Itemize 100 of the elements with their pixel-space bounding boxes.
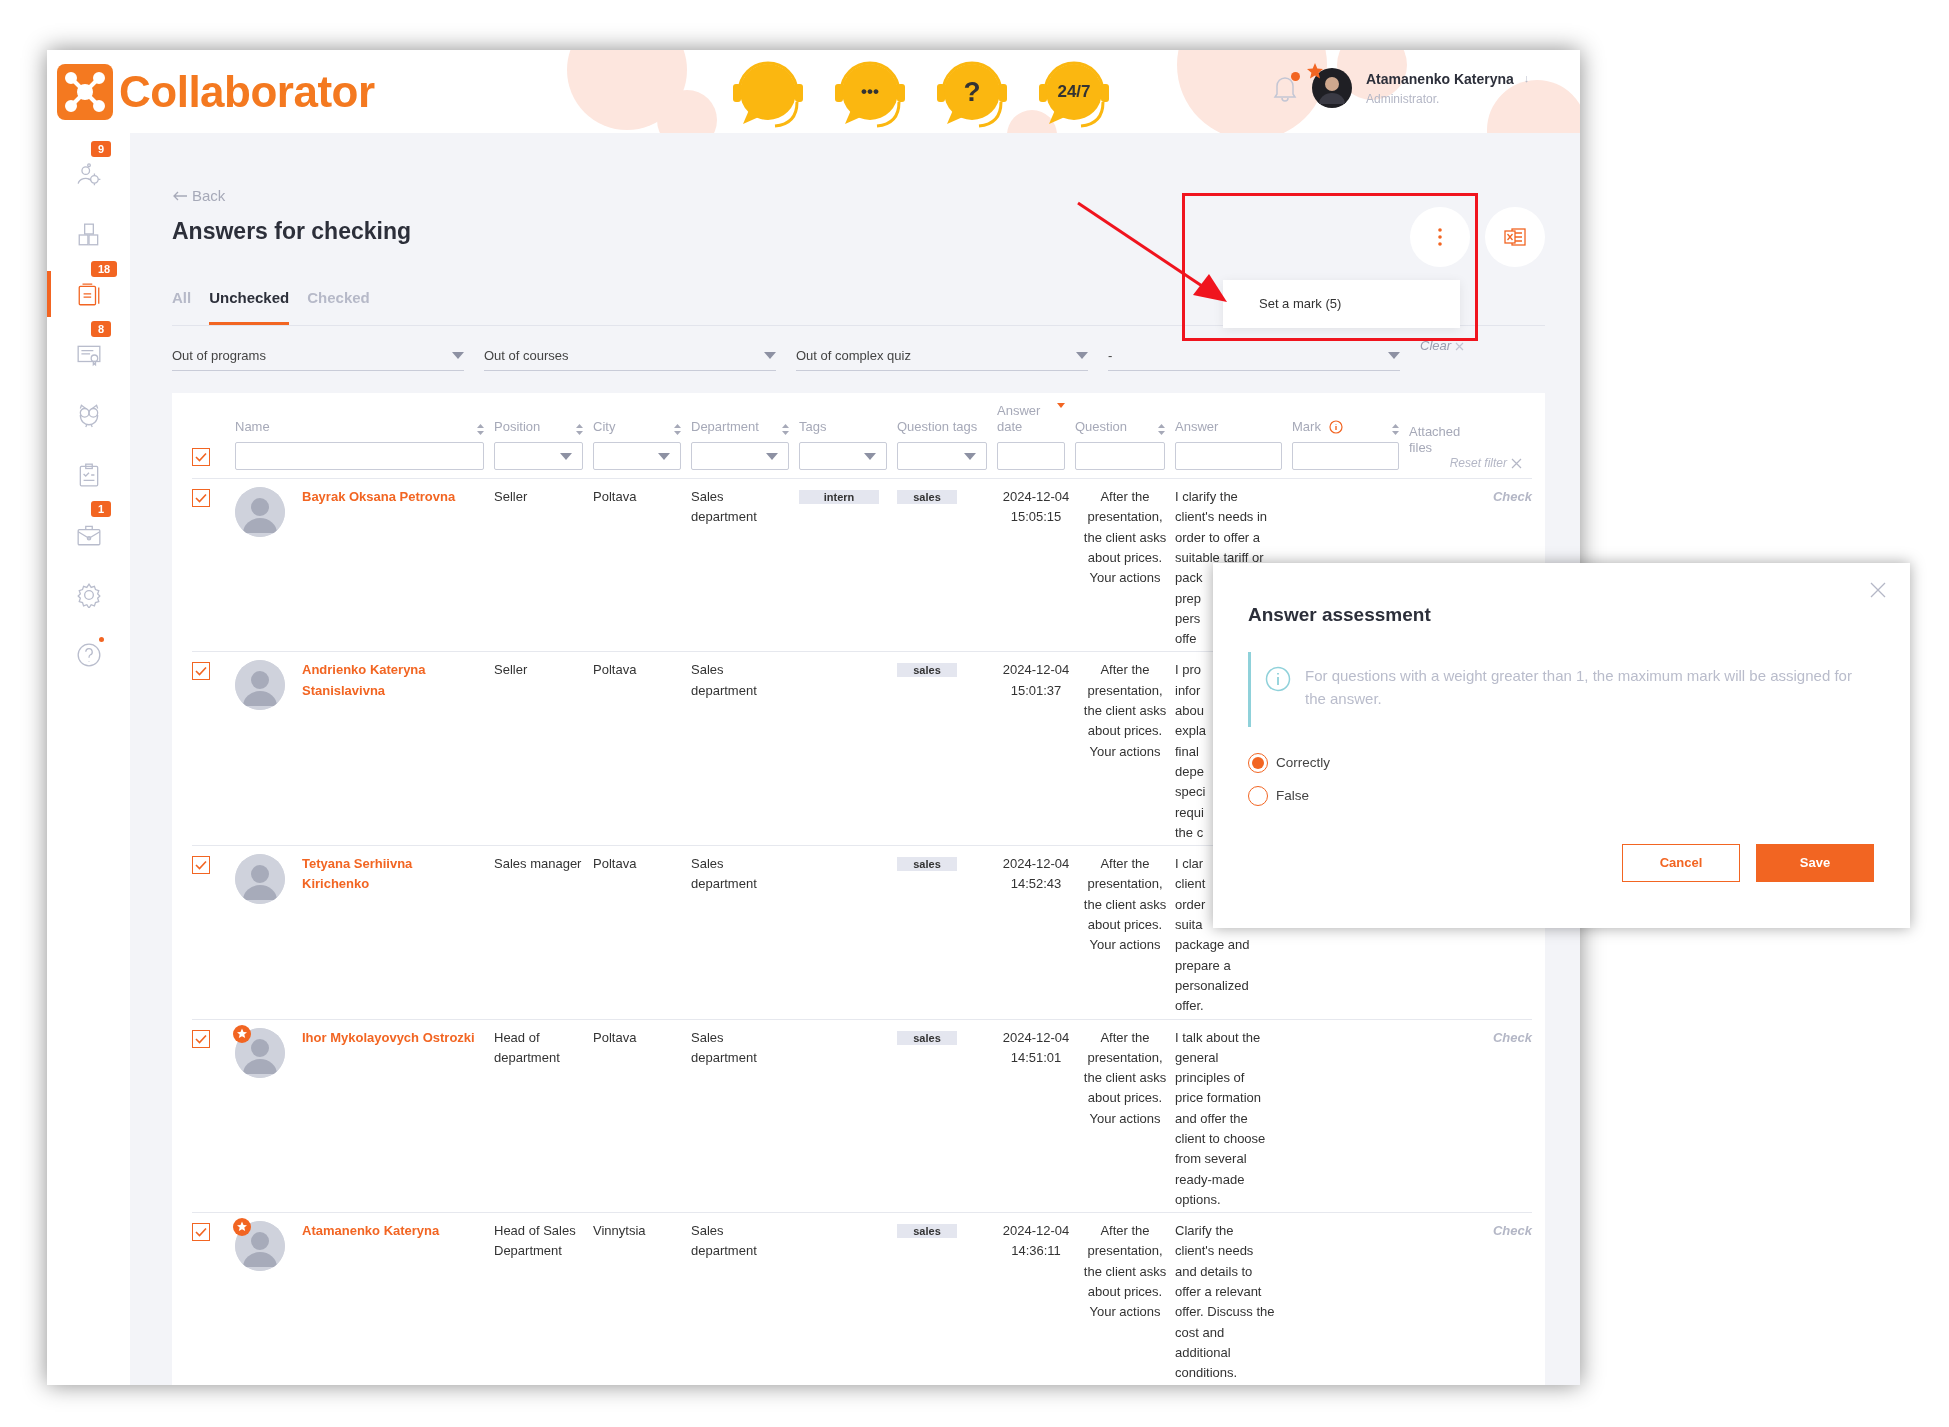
- sort-icon[interactable]: [782, 424, 789, 436]
- column-header[interactable]: Question: [1075, 419, 1165, 436]
- checkbox[interactable]: [192, 489, 210, 508]
- filter-select[interactable]: [494, 442, 583, 471]
- support-chat-button[interactable]: •••: [827, 52, 913, 132]
- back-link[interactable]: Back: [172, 185, 226, 208]
- column-header[interactable]: Mark: [1292, 419, 1399, 436]
- filter-input[interactable]: [1175, 442, 1282, 471]
- person-name[interactable]: Andrienko Kateryna Stanislavivna: [302, 660, 494, 844]
- table-cell-text: Poltava: [593, 661, 638, 680]
- answer-line: and details to: [1175, 1262, 1253, 1281]
- sort-icon[interactable]: [1392, 424, 1399, 436]
- filter-input[interactable]: [997, 442, 1065, 471]
- dialog-title: Answer assessment: [1248, 603, 1432, 627]
- check-link[interactable]: Check: [1492, 1027, 1532, 1048]
- question-text: After the presentation, the client asks about prices. Your actions: [1082, 1028, 1168, 1128]
- filter-input[interactable]: [1075, 442, 1165, 471]
- tag: intern: [799, 490, 879, 505]
- sidebar-item[interactable]: 18: [47, 261, 130, 315]
- filter-select[interactable]: [691, 442, 789, 471]
- filter-select[interactable]: [799, 442, 887, 471]
- count-badge: 1: [91, 501, 112, 517]
- sort-icon[interactable]: [576, 424, 583, 436]
- person-name[interactable]: Ihor Mykolayovych Ostrozki: [302, 1027, 494, 1211]
- column-header[interactable]: Position: [494, 419, 583, 436]
- support-chat-button[interactable]: ?: [929, 52, 1015, 132]
- clear-button[interactable]: Clear: [1420, 335, 1464, 356]
- tag: sales: [897, 1224, 957, 1239]
- checkbox[interactable]: [192, 1029, 210, 1048]
- sort-icon[interactable]: [477, 424, 484, 436]
- person-name[interactable]: Tetyana Serhiivna Kirichenko: [302, 854, 494, 1017]
- table-cell-text: Sales department: [691, 1028, 758, 1067]
- tab[interactable]: Checked: [307, 287, 370, 325]
- tag: sales: [897, 1030, 957, 1045]
- reset-filter-button[interactable]: Reset filter: [1449, 454, 1522, 473]
- checkmark-icon: [195, 666, 207, 677]
- answer-line: suita: [1175, 916, 1203, 935]
- tab[interactable]: All: [172, 287, 192, 325]
- save-button[interactable]: Save: [1756, 844, 1874, 882]
- answer-line: additional: [1175, 1343, 1231, 1362]
- close-icon: [1511, 457, 1522, 469]
- sidebar-item[interactable]: 9: [47, 141, 130, 195]
- sort-icon[interactable]: [674, 424, 681, 436]
- cancel-button[interactable]: Cancel: [1622, 844, 1740, 882]
- checkbox[interactable]: [192, 662, 210, 681]
- answer-line: pers: [1175, 609, 1201, 628]
- column-header[interactable]: Answer date: [997, 403, 1065, 436]
- filter-select[interactable]: [897, 442, 987, 471]
- sort-descending-icon[interactable]: [1057, 403, 1065, 409]
- caret-icon: [964, 452, 976, 460]
- radio-option[interactable]: Correctly: [1248, 752, 1874, 773]
- user-role: Administrator.: [1366, 90, 1441, 108]
- table-cell-text: Sales manager: [494, 855, 583, 874]
- sidebar-item[interactable]: 1: [47, 501, 130, 555]
- column-header[interactable]: Name: [235, 419, 484, 436]
- filter-dropdown[interactable]: Out of complex quiz: [796, 341, 1088, 372]
- sort-icon[interactable]: [1158, 424, 1165, 436]
- page-title: Answers for checking: [172, 217, 412, 246]
- answer-line: personalized: [1175, 976, 1249, 995]
- radio-option[interactable]: False: [1248, 785, 1874, 806]
- tag: sales: [897, 490, 957, 505]
- answer-line: client's needs: [1175, 1242, 1254, 1261]
- checkbox[interactable]: [192, 1223, 210, 1242]
- caret-icon: [658, 452, 670, 460]
- column-header[interactable]: Attached files: [1409, 424, 1522, 457]
- column-header[interactable]: Tags: [799, 419, 887, 436]
- person-name[interactable]: Atamanenko Kateryna: [302, 1221, 494, 1384]
- filter-select[interactable]: [593, 442, 681, 471]
- support-chat-button[interactable]: 24/7: [1031, 52, 1117, 132]
- table-cell-text: Sales department: [691, 1222, 758, 1261]
- answer-line: I clar: [1175, 855, 1204, 874]
- table-cell-text: Seller: [494, 488, 529, 507]
- answer-line: package and: [1175, 936, 1250, 955]
- filter-dropdown[interactable]: -: [1108, 341, 1400, 372]
- filter-input[interactable]: [1292, 442, 1399, 471]
- sidebar-item[interactable]: 8: [47, 321, 130, 375]
- filter-dropdown[interactable]: Out of courses: [484, 341, 776, 372]
- checkbox[interactable]: [192, 856, 210, 875]
- answer-line: principles of: [1175, 1069, 1245, 1088]
- answer-line: price formation: [1175, 1089, 1261, 1108]
- answer-line: infor: [1175, 681, 1201, 700]
- bell-icon[interactable]: [1272, 74, 1298, 102]
- checkbox[interactable]: [192, 448, 210, 467]
- caret-icon: [766, 452, 778, 460]
- column-header[interactable]: Answer: [1175, 419, 1282, 436]
- filter-input[interactable]: [235, 442, 484, 471]
- check-link[interactable]: Check: [1492, 1221, 1532, 1242]
- answer-line: the c: [1175, 823, 1204, 842]
- user-avatar[interactable]: [1312, 68, 1352, 108]
- person-name[interactable]: Bayrak Oksana Petrovna: [302, 487, 494, 650]
- menu-item[interactable]: Set a mark (5): [1223, 290, 1460, 318]
- column-header[interactable]: Department: [691, 419, 789, 436]
- time-text: 14:36:11: [1010, 1242, 1062, 1261]
- filter-dropdown[interactable]: Out of programs: [172, 341, 464, 372]
- tab[interactable]: Unchecked: [209, 287, 290, 325]
- column-header[interactable]: Question tags: [897, 419, 987, 436]
- check-link[interactable]: Check: [1492, 487, 1532, 508]
- date-text: 2024-12-04: [1001, 1028, 1071, 1047]
- column-header[interactable]: City: [593, 419, 681, 436]
- caret-icon[interactable]: ↓: [1523, 70, 1530, 87]
